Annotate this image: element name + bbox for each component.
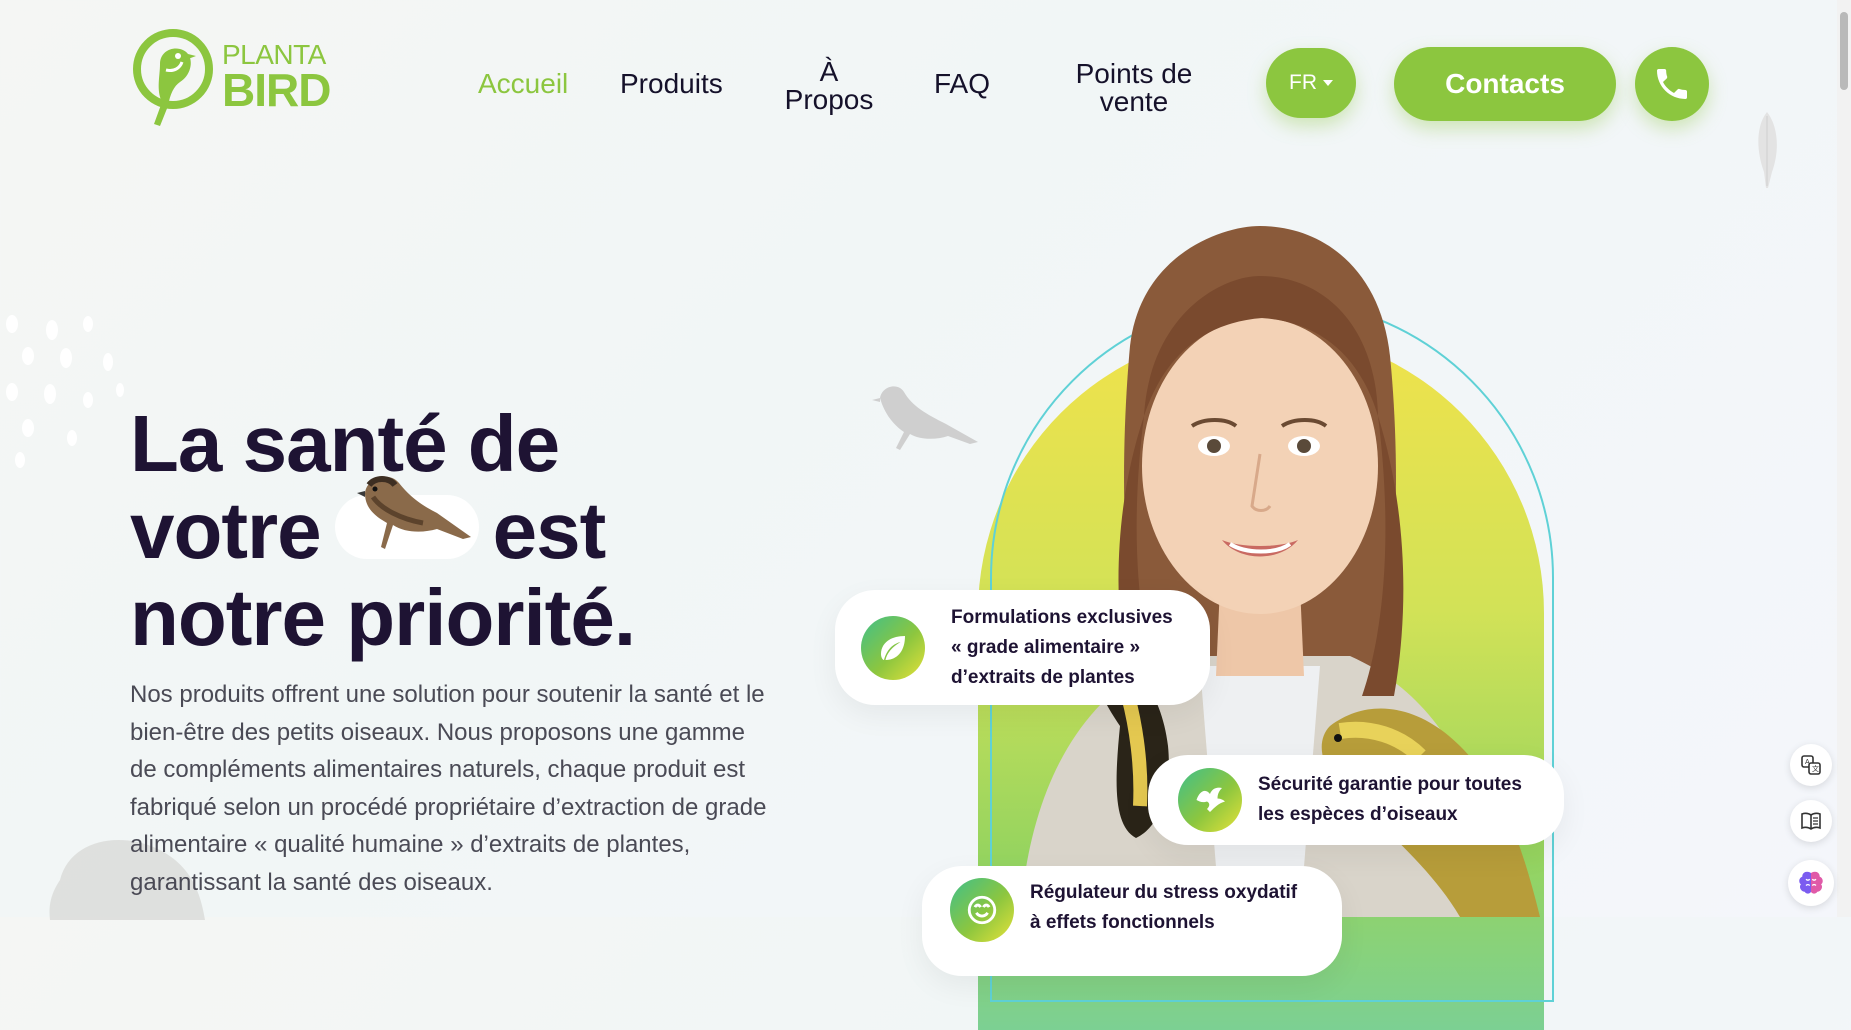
brand-logo[interactable]: PLANTA BIRD [130,26,331,128]
translate-button[interactable]: A 文 [1790,744,1832,786]
hero-description: Nos produits offrent une solution pour s… [130,681,767,896]
feature-1-line1: Formulations exclusives [951,606,1173,628]
phone-icon [1657,69,1687,99]
hero-title-word-votre: votre [130,486,322,575]
nav-a-propos-line1: À [819,56,839,87]
nav-a-propos-line2: Propos [784,84,874,115]
smile-icon [967,895,997,925]
reader-button[interactable] [1790,800,1832,842]
hero-title-word-est: est [492,486,607,575]
svg-text:A: A [1805,759,1810,766]
chevron-down-icon [1323,80,1333,86]
ai-assistant-button[interactable] [1788,860,1834,906]
feature-card-regulateur: Régulateur du stress oxydatif à effets f… [922,866,1342,976]
phone-button[interactable] [1635,47,1709,121]
feature-3-line2: à effets fonctionnels [1030,912,1215,933]
svg-text:文: 文 [1812,764,1819,773]
nav-points-line1: Points de [1075,58,1193,89]
decorative-dots [6,315,124,468]
feature-3-line1: Régulateur du stress oxydatif [1030,882,1298,903]
feature-card-formulations: Formulations exclusives « grade alimenta… [835,590,1210,705]
feature-icon-wrap [950,878,1014,942]
feature-icon-wrap [861,615,925,680]
dove-icon [1196,787,1225,812]
nav-faq[interactable]: FAQ [934,70,990,98]
contacts-button[interactable]: Contacts [1394,47,1616,121]
language-label: FR [1289,71,1317,94]
nav-points-de-vente[interactable]: Points de vente [1072,60,1196,116]
sparrow-icon [356,475,471,549]
feature-2-line2: les espèces d’oiseaux [1258,804,1458,825]
hero-title-line2: votre est [130,475,635,575]
scrollbar-thumb[interactable] [1840,12,1848,90]
hero-title: La santé de votre est notre priorité. [130,400,636,662]
language-selector[interactable]: FR [1266,48,1356,118]
hero-title-line3: notre priorité. [130,573,636,662]
nav-produits[interactable]: Produits [620,70,723,98]
feature-1-line2: « grade alimentaire » [951,636,1141,658]
feature-card-securite: Sécurité garantie pour toutes les espèce… [1148,755,1564,845]
leaf-icon [881,635,905,660]
page-scrollbar[interactable] [1837,0,1851,917]
feature-2-line1: Sécurité garantie pour toutes [1258,774,1522,795]
reader-icon [1801,812,1821,830]
nav-accueil[interactable]: Accueil [478,70,568,98]
bird-logo-icon [133,29,213,126]
feather-icon [1758,112,1777,188]
nav-a-propos[interactable]: À Propos [784,58,874,114]
sparrow-pill [334,475,479,559]
feature-icon-wrap [1178,768,1242,832]
feature-1-line3: d’extraits de plantes [951,666,1135,688]
brain-icon [1799,871,1823,894]
brand-name-line2: BIRD [222,64,331,116]
nav-points-line2: vente [1099,86,1169,117]
translate-icon: A 文 [1801,755,1821,775]
